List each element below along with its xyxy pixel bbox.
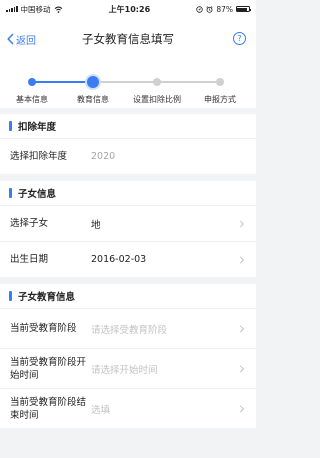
row-select-child[interactable]: 选择子女 地 bbox=[0, 205, 256, 241]
section-accent-bar bbox=[9, 188, 12, 198]
row-birth-date[interactable]: 出生日期 2016-02-03 bbox=[0, 241, 256, 277]
row-placeholder: 请选择开始时间 bbox=[91, 364, 158, 376]
step-dot-3 bbox=[153, 78, 161, 86]
row-education-stage[interactable]: 当前受教育阶段 请选择受教育阶段 bbox=[0, 308, 256, 348]
status-left: 中国移动 bbox=[6, 4, 63, 15]
clock: 上午10:26 bbox=[108, 4, 151, 14]
status-right: 87% bbox=[196, 4, 252, 14]
step-label: 教育信息 bbox=[77, 95, 109, 104]
section-deduction-year: 扣除年度 选择扣除年度 2020 bbox=[0, 114, 256, 174]
step-connector bbox=[32, 81, 93, 83]
progress-steps: 基本信息 教育信息 设置扣除比例 申报方式 bbox=[0, 60, 256, 108]
step-dot-4 bbox=[216, 78, 224, 86]
battery-icon bbox=[235, 6, 252, 12]
row-label: 当前受教育阶段开始时间 bbox=[10, 356, 87, 381]
section-child-info: 子女信息 选择子女 地 出生日期 2016-02-03 bbox=[0, 181, 256, 277]
section-accent-bar bbox=[9, 121, 12, 131]
section-title: 子女信息 bbox=[18, 189, 57, 200]
step-dot-2 bbox=[87, 76, 99, 88]
nav-bar: 返回 子女教育信息填写 ? bbox=[0, 18, 256, 60]
row-label: 当前受教育阶段结束时间 bbox=[10, 396, 87, 421]
location-icon bbox=[196, 5, 204, 13]
signal-icon bbox=[6, 6, 18, 12]
section-child-education: 子女教育信息 当前受教育阶段 请选择受教育阶段 当前受教育阶段开始时间 请选择开… bbox=[0, 284, 256, 428]
section-header: 扣除年度 bbox=[0, 114, 256, 138]
row-value: 地 bbox=[91, 219, 101, 231]
row-placeholder: 选填 bbox=[91, 404, 111, 416]
section-title: 扣除年度 bbox=[18, 122, 57, 133]
step-label: 基本信息 bbox=[16, 95, 48, 104]
alarm-icon bbox=[206, 5, 213, 13]
wifi-icon bbox=[54, 6, 62, 13]
step-dot-1 bbox=[28, 78, 36, 86]
row-value: 2016-02-03 bbox=[91, 254, 147, 265]
section-accent-bar bbox=[9, 291, 12, 301]
step-connector bbox=[93, 81, 157, 83]
page-title: 子女教育信息填写 bbox=[82, 32, 174, 46]
step-connector bbox=[157, 81, 220, 83]
row-deduction-year[interactable]: 选择扣除年度 2020 bbox=[0, 138, 256, 174]
row-value: 2020 bbox=[91, 151, 116, 162]
step-label: 设置扣除比例 bbox=[133, 95, 181, 104]
help-icon-glyph: ? bbox=[237, 34, 242, 43]
row-label: 当前受教育阶段 bbox=[10, 323, 77, 334]
row-label: 出生日期 bbox=[10, 254, 49, 265]
row-label: 选择扣除年度 bbox=[10, 151, 68, 162]
row-stage-start-time[interactable]: 当前受教育阶段开始时间 请选择开始时间 bbox=[0, 348, 256, 388]
chevron-left-icon bbox=[7, 33, 14, 45]
section-header: 子女信息 bbox=[0, 181, 256, 205]
back-button[interactable]: 返回 bbox=[7, 18, 36, 60]
section-title: 子女教育信息 bbox=[18, 292, 76, 303]
step-label: 申报方式 bbox=[204, 95, 236, 104]
row-placeholder: 请选择受教育阶段 bbox=[91, 324, 168, 336]
help-icon[interactable]: ? bbox=[233, 32, 246, 45]
carrier-label: 中国移动 bbox=[20, 4, 51, 14]
back-label: 返回 bbox=[16, 35, 36, 47]
battery-percent: 87% bbox=[216, 4, 233, 14]
row-label: 选择子女 bbox=[10, 218, 49, 229]
section-header: 子女教育信息 bbox=[0, 284, 256, 308]
row-stage-end-time[interactable]: 当前受教育阶段结束时间 选填 bbox=[0, 388, 256, 428]
status-bar: 中国移动 上午10:26 87% bbox=[0, 0, 256, 18]
